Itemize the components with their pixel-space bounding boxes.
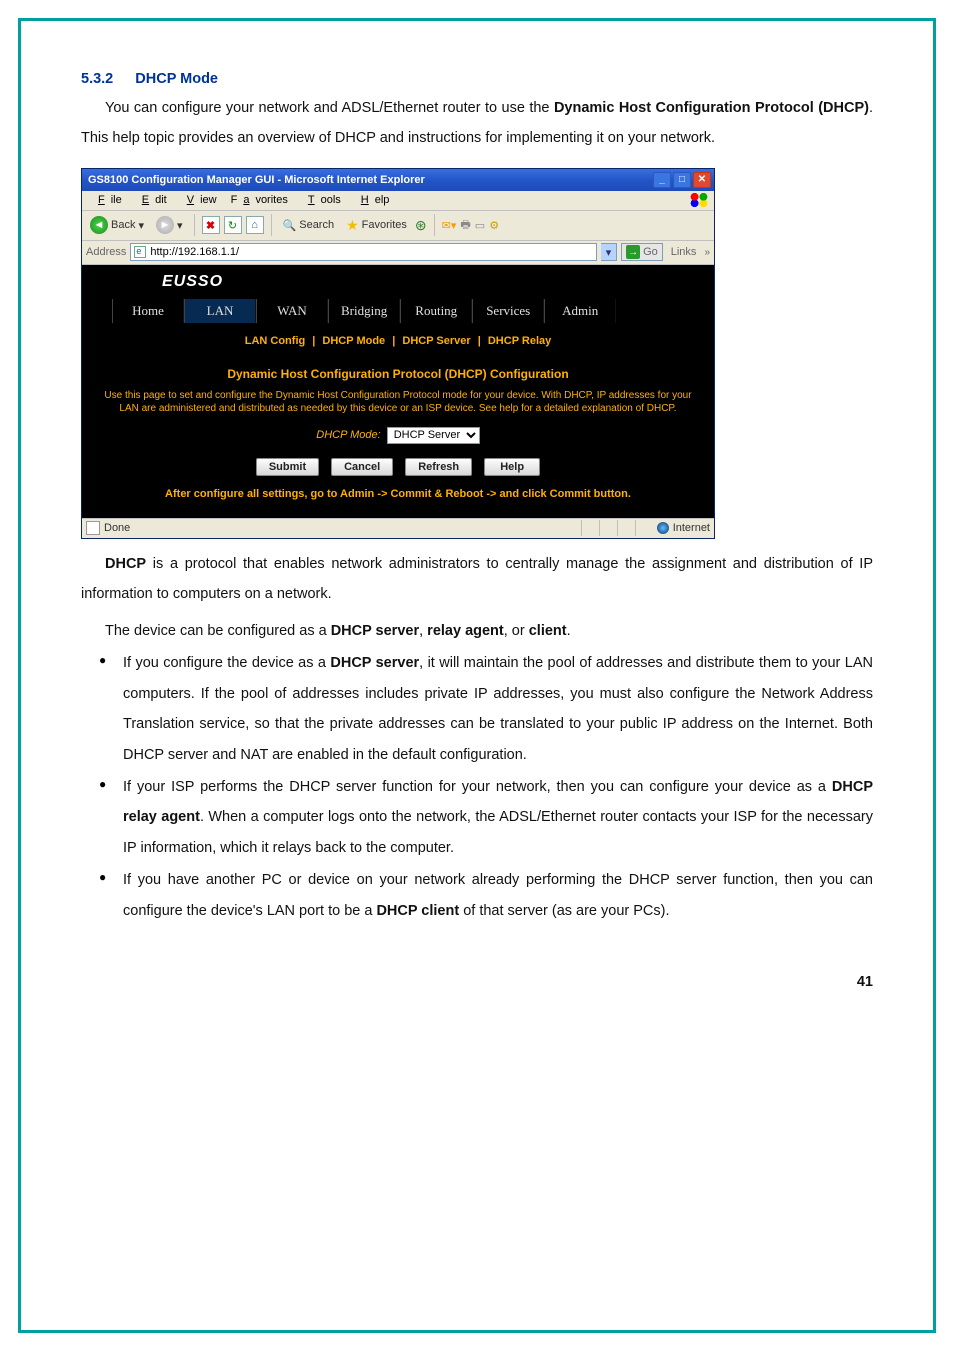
list-item: If you configure the device as a DHCP se… [99,648,873,770]
history-icon[interactable]: ✉▾ [442,219,457,232]
go-button[interactable]: →Go [621,243,663,261]
tab-services[interactable]: Services [472,299,544,323]
address-dropdown-icon[interactable]: ▾ [601,243,617,261]
dhcp-mode-select[interactable]: DHCP Server [387,427,480,444]
list-item: If your ISP performs the DHCP server fun… [99,772,873,863]
menu-help[interactable]: Help [349,193,396,207]
tab-routing[interactable]: Routing [400,299,472,323]
search-button[interactable]: 🔍Search [279,218,339,233]
status-bar: Done Internet [82,518,714,538]
maximize-icon[interactable]: □ [673,172,691,188]
refresh-icon[interactable]: ↻ [224,216,242,234]
tab-wan[interactable]: WAN [256,299,328,323]
tab-lan[interactable]: LAN [184,299,256,323]
address-bar: Address http://192.168.1.1/ ▾ →Go Links» [82,241,714,265]
close-icon[interactable]: ✕ [693,172,711,188]
print-icon[interactable]: 🖶 [460,216,470,235]
submenu-dhcprelay[interactable]: DHCP Relay [484,335,555,347]
list-item: If you have another PC or device on your… [99,865,873,926]
bullet-list: If you configure the device as a DHCP se… [81,648,873,926]
commit-footnote: After configure all settings, go to Admi… [96,488,700,500]
submenu-lanconfig[interactable]: LAN Config [241,335,309,347]
submit-button[interactable]: Submit [256,458,319,476]
page-number: 41 [81,974,873,990]
sub-menu: LAN Config | DHCP Mode | DHCP Server | D… [82,323,714,355]
status-done: Done [104,522,130,534]
cancel-button[interactable]: Cancel [331,458,393,476]
main-tabs: Home LAN WAN Bridging Routing Services A… [82,299,714,323]
roles-line: The device can be configured as a DHCP s… [81,616,873,646]
menu-view[interactable]: View [175,193,223,207]
window-titlebar: GS8100 Configuration Manager GUI - Micro… [82,169,714,191]
router-page: EUSSO Home LAN WAN Bridging Routing Serv… [82,265,714,518]
tab-home[interactable]: Home [112,299,184,323]
edit-icon[interactable]: ▭ [475,219,485,232]
mode-label: DHCP Mode: [316,429,380,441]
intro-paragraph: You can configure your network and ADSL/… [81,93,873,154]
content-title: Dynamic Host Configuration Protocol (DHC… [96,367,700,381]
browser-screenshot: GS8100 Configuration Manager GUI - Micro… [81,168,873,539]
section-title: DHCP Mode [135,71,218,87]
forward-button[interactable]: ► ▾ [152,215,187,235]
favorites-button[interactable]: ★Favorites [342,216,411,235]
links-label[interactable]: Links [667,246,701,258]
menubar: File Edit View Favorites Tools Help [82,191,714,211]
content-note: Use this page to set and configure the D… [96,389,700,415]
submenu-dhcpmode[interactable]: DHCP Mode [318,335,389,347]
help-button[interactable]: Help [484,458,540,476]
dhcp-intro: DHCP is a protocol that enables network … [81,549,873,610]
page-icon [134,246,146,258]
windows-flag-icon [688,192,710,208]
toolbar: ◄Back ▾ ► ▾ ✖ ↻ ⌂ 🔍Search ★Favorites ⊛ ✉… [82,211,714,241]
menu-favorites[interactable]: Favorites [225,193,294,207]
menu-file[interactable]: File [86,193,128,207]
submenu-dhcpserver[interactable]: DHCP Server [398,335,474,347]
refresh-button[interactable]: Refresh [405,458,472,476]
window-title: GS8100 Configuration Manager GUI - Micro… [88,174,425,186]
internet-zone-icon [657,522,669,534]
section-header: 5.3.2 DHCP Mode [81,71,873,87]
menu-edit[interactable]: Edit [130,193,173,207]
minimize-icon[interactable]: _ [653,172,671,188]
discuss-icon[interactable]: ⚙ [489,219,499,232]
address-label: Address [86,246,126,258]
stop-icon[interactable]: ✖ [202,216,220,234]
media-icon[interactable]: ⊛ [415,217,427,234]
menu-tools[interactable]: Tools [296,193,347,207]
status-page-icon [86,521,100,535]
address-input[interactable]: http://192.168.1.1/ [130,243,597,261]
home-icon[interactable]: ⌂ [246,216,264,234]
status-zone: Internet [673,522,710,534]
tab-admin[interactable]: Admin [544,299,616,323]
section-number: 5.3.2 [81,71,113,87]
tab-bridging[interactable]: Bridging [328,299,400,323]
back-button[interactable]: ◄Back ▾ [86,215,148,235]
router-logo: EUSSO [162,273,223,291]
